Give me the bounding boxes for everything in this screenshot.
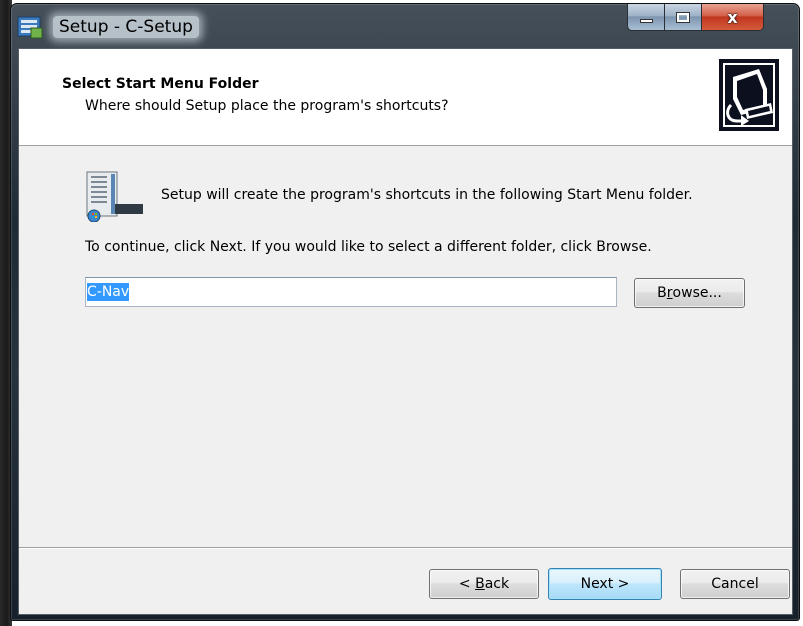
- minimize-icon: [639, 19, 653, 23]
- browse-label-pre: B: [657, 285, 667, 301]
- start-menu-folder-input[interactable]: C-Nav: [85, 277, 617, 307]
- title-bar[interactable]: Setup - C-Setup x: [11, 4, 799, 49]
- minimize-button[interactable]: [627, 4, 665, 31]
- maximize-icon: [676, 11, 690, 23]
- footer-separator: [19, 547, 792, 549]
- start-menu-folder-icon: [86, 171, 143, 222]
- wizard-header: Select Start Menu Folder Where should Se…: [19, 49, 792, 146]
- next-button[interactable]: Next >: [548, 568, 662, 600]
- back-label-post: ack: [484, 576, 510, 592]
- instruction-text: To continue, click Next. If you would li…: [85, 239, 652, 255]
- wizard-client-area: Select Start Menu Folder Where should Se…: [18, 48, 793, 615]
- caption-buttons: x: [627, 4, 764, 32]
- page-subtitle: Where should Setup place the program's s…: [85, 98, 449, 114]
- back-label-pre: <: [458, 576, 476, 592]
- intro-text: Setup will create the program's shortcut…: [161, 187, 693, 203]
- close-icon: x: [727, 7, 738, 27]
- maximize-button[interactable]: [665, 4, 702, 31]
- folder-input-value: C-Nav: [87, 283, 130, 301]
- back-label-mnemonic: B: [475, 576, 485, 592]
- window-title: Setup - C-Setup: [53, 16, 199, 38]
- browse-label-post: owse...: [672, 285, 722, 301]
- page-title: Select Start Menu Folder: [62, 76, 259, 92]
- setup-window: Setup - C-Setup x Select Start Menu Fold…: [10, 3, 800, 621]
- back-button[interactable]: < Back: [429, 569, 539, 599]
- close-button[interactable]: x: [702, 4, 764, 31]
- browse-button[interactable]: Br owse...: [634, 278, 745, 308]
- cancel-button[interactable]: Cancel: [680, 569, 790, 599]
- setup-installer-icon: [17, 16, 43, 39]
- computer-install-icon: [719, 59, 779, 131]
